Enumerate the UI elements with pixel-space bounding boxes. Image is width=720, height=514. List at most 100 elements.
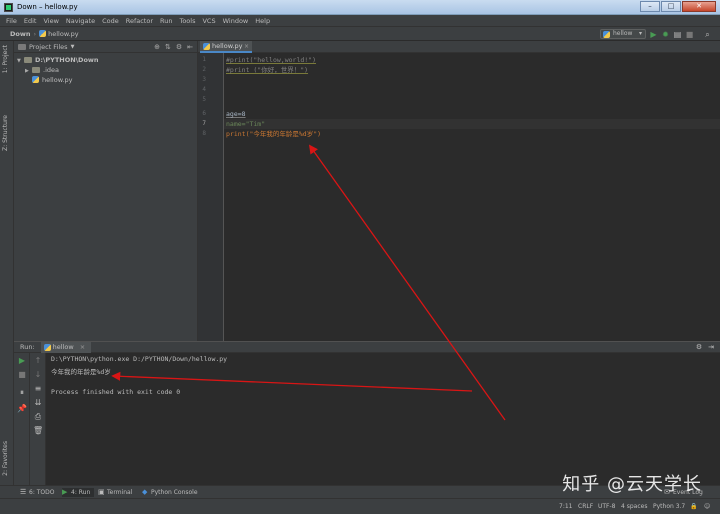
tree-item-label: hellow.py — [42, 76, 73, 84]
maximize-button[interactable]: □ — [661, 1, 681, 12]
window-title: Down – hellow.py — [17, 3, 78, 11]
lock-icon[interactable]: 🔒 — [690, 503, 697, 510]
run-panel-label: Run: — [20, 343, 35, 351]
close-tab-icon[interactable]: × — [244, 41, 249, 52]
menu-run[interactable]: Run — [160, 17, 172, 25]
run-icon[interactable]: ▶ — [649, 30, 658, 39]
debug-icon[interactable]: ✹ — [661, 30, 670, 39]
scroll-to-end-icon[interactable]: ⇊ — [33, 398, 43, 408]
menu-navigate[interactable]: Navigate — [66, 17, 95, 25]
run-tool-tab[interactable]: ▶ 4: Run — [62, 488, 95, 497]
tree-item-root[interactable]: ▼ D:\PYTHON\Down — [14, 55, 197, 65]
folder-icon — [18, 43, 26, 50]
gear-icon[interactable]: ⚙ — [176, 43, 182, 51]
left-tool-strip: 1: Project Z: Structure 2: Favorites — [0, 41, 14, 485]
down-arrow-icon[interactable]: ↓ — [33, 370, 43, 380]
chevron-down-icon: ▼ — [70, 43, 75, 50]
code-line-1: #print("hellow,world!") — [226, 56, 317, 64]
folder-icon — [32, 67, 40, 73]
menu-vcs[interactable]: VCS — [202, 17, 215, 25]
terminal-tool-tab[interactable]: ▣ Terminal — [98, 488, 132, 497]
scroll-from-source-icon[interactable]: ⊕ — [154, 43, 160, 51]
menu-help[interactable]: Help — [255, 17, 270, 25]
indent-setting[interactable]: 4 spaces — [621, 503, 647, 510]
run-toolbar-primary: ▶ ■ ⏸ 📌 — [14, 353, 30, 485]
menu-code[interactable]: Code — [102, 17, 119, 25]
up-arrow-icon[interactable]: ↑ — [33, 356, 43, 366]
code-line-7: name="Tim" — [226, 120, 266, 128]
menu-tools[interactable]: Tools — [179, 17, 195, 25]
console-line: 今年我的年龄是%d岁 — [51, 368, 111, 376]
pause-output-icon[interactable]: ⏸ — [17, 388, 27, 398]
tree-item-label: .idea — [43, 66, 59, 74]
line-number: 7 — [202, 120, 206, 127]
favorites-tool-tab[interactable]: 2: Favorites — [2, 441, 9, 476]
soft-wrap-icon[interactable]: ≡ — [33, 384, 43, 394]
menu-edit[interactable]: Edit — [24, 17, 37, 25]
python-console-tool-tab[interactable]: ◆ Python Console — [142, 488, 198, 497]
editor-tab-label: hellow.py — [212, 42, 243, 50]
line-number: 2 — [202, 66, 206, 73]
stop-icon[interactable]: ■ — [685, 30, 694, 39]
menu-view[interactable]: View — [43, 17, 58, 25]
run-configuration-select[interactable]: hellow ▾ — [600, 29, 646, 39]
close-button[interactable]: ✕ — [682, 1, 716, 12]
menu-file[interactable]: File — [6, 17, 17, 25]
menu-refactor[interactable]: Refactor — [126, 17, 153, 25]
tree-item-hellow[interactable]: hellow.py — [14, 75, 197, 85]
pycharm-app-icon — [4, 2, 13, 12]
hide-panel-icon[interactable]: ⇥ — [708, 343, 714, 351]
hide-panel-icon[interactable]: ⇤ — [187, 43, 193, 51]
run-configuration-label: hellow — [613, 30, 633, 37]
breadcrumb-file[interactable]: hellow.py — [48, 30, 78, 38]
trash-icon[interactable]: 🗑 — [33, 426, 43, 436]
run-panel-header: Run: hellow × ⚙ ⇥ — [14, 341, 720, 353]
collapse-all-icon[interactable]: ⇅ — [165, 43, 171, 51]
run-tab-label: hellow — [52, 342, 74, 351]
rerun-icon[interactable]: ▶ — [17, 356, 27, 366]
tree-item-idea[interactable]: ▶ .idea — [14, 65, 197, 75]
code-editor[interactable]: 1 2 3 4 5 6 7 8 #print("hellow,world!") … — [198, 53, 720, 341]
current-line-highlight — [224, 119, 720, 129]
breadcrumb-project[interactable]: Down — [10, 30, 31, 38]
structure-tool-tab[interactable]: Z: Structure — [2, 115, 9, 151]
close-tab-icon[interactable]: × — [80, 343, 85, 351]
search-everywhere-icon[interactable]: ⌕ — [703, 30, 712, 39]
project-tool-tab[interactable]: 1: Project — [2, 45, 9, 73]
project-panel-title: Project Files — [29, 42, 68, 51]
run-toolbar-secondary: ↑ ↓ ≡ ⇊ ⎙ 🗑 — [30, 353, 46, 485]
python-file-icon — [39, 30, 47, 37]
editor-tab-bar: hellow.py × — [198, 41, 720, 53]
coverage-icon[interactable]: ▤ — [673, 30, 682, 39]
editor-tab-hellow[interactable]: hellow.py × — [200, 41, 252, 53]
python-file-icon — [32, 76, 39, 83]
gear-icon[interactable]: ⚙ — [696, 343, 702, 351]
file-encoding[interactable]: UTF-8 — [598, 503, 616, 510]
run-tab-label: 4: Run — [71, 489, 91, 496]
line-number: 1 — [202, 56, 206, 63]
run-tab-hellow[interactable]: hellow × — [40, 341, 92, 353]
terminal-icon: ▣ — [98, 488, 105, 496]
caret-position[interactable]: 7:11 — [559, 503, 572, 510]
python-icon: ◆ — [142, 488, 148, 496]
status-bar: 7:11 CRLF UTF-8 4 spaces Python 3.7 🔒 ☺ — [0, 498, 720, 514]
todo-tool-tab[interactable]: ☰ 6: TODO — [20, 488, 54, 497]
minimize-button[interactable]: – — [640, 1, 660, 12]
stop-icon[interactable]: ■ — [17, 370, 27, 380]
navigation-bar: Down › hellow.py hellow ▾ ▶ ✹ ▤ ■ ⌕ — [0, 26, 720, 41]
run-console[interactable]: D:\PYTHON\python.exe D:/PYTHON/Down/hell… — [46, 353, 720, 485]
line-number-gutter: 1 2 3 4 5 6 7 8 — [198, 53, 224, 341]
python-file-icon — [203, 43, 210, 50]
code-line-6: age=8 — [226, 110, 246, 118]
console-line: D:\PYTHON\python.exe D:/PYTHON/Down/hell… — [51, 355, 228, 363]
menu-window[interactable]: Window — [223, 17, 249, 25]
pin-tab-icon[interactable]: 📌 — [17, 404, 27, 414]
print-icon[interactable]: ⎙ — [33, 412, 43, 422]
python-interpreter[interactable]: Python 3.7 — [653, 503, 685, 510]
python-console-tab-label: Python Console — [151, 489, 198, 496]
inspector-icon[interactable]: ☺ — [704, 503, 710, 510]
folder-icon — [24, 57, 32, 63]
python-file-icon — [603, 31, 610, 38]
line-separator[interactable]: CRLF — [578, 503, 593, 510]
menu-bar: File Edit View Navigate Code Refactor Ru… — [0, 15, 720, 26]
